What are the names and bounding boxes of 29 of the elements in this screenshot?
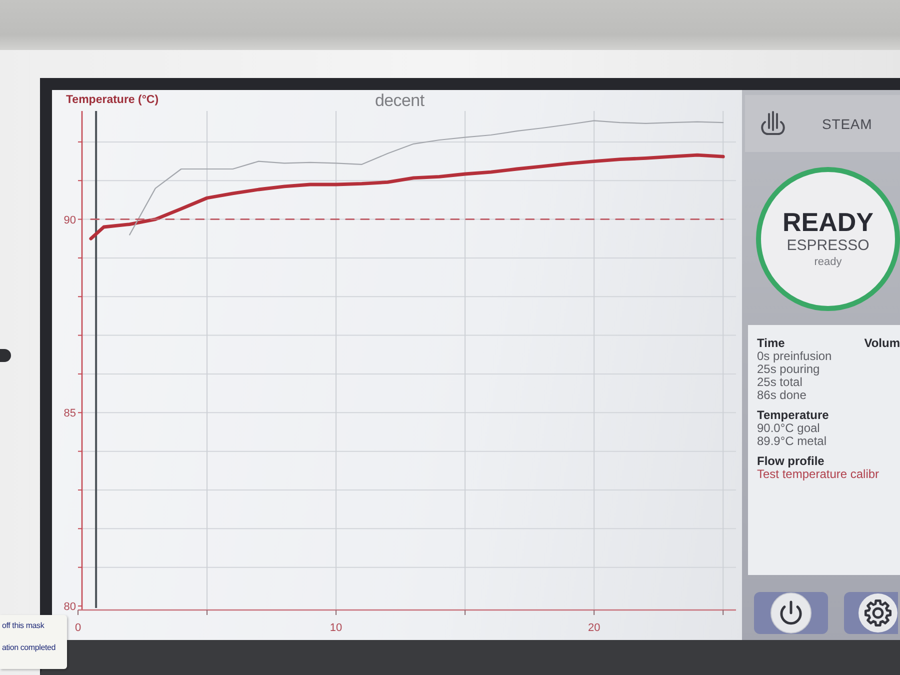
logo-text: decent	[375, 91, 424, 111]
settings-icon	[858, 592, 898, 632]
sticker-text: off this mask	[2, 621, 44, 631]
axis-label: 85	[64, 408, 76, 420]
power-button[interactable]	[754, 592, 828, 634]
stat-text: 25s total	[757, 376, 802, 389]
status-detail: ready	[814, 255, 842, 270]
stat-text: 90.0°C goal	[757, 422, 820, 435]
status-mode: ESPRESSO	[786, 237, 870, 255]
axis-label: 0	[74, 622, 82, 634]
axis-label: 80	[64, 601, 76, 613]
section-heading: Time	[757, 337, 785, 350]
stat-text: 0s preinfusion	[757, 350, 832, 363]
sticker-text: ation completed	[2, 643, 56, 653]
profile-name: Test temperature calibr	[757, 468, 880, 481]
steam-button[interactable]: STEAM	[745, 95, 900, 152]
status-title: READY	[782, 207, 874, 237]
stat-text: 86s done	[757, 389, 806, 402]
stat-text: 89.9°C metal	[757, 435, 826, 448]
axis-label: 10	[330, 622, 342, 634]
axis-title: Temperature (°C)	[66, 94, 159, 106]
section-heading: Volum	[864, 337, 900, 350]
axis-label: 20	[588, 622, 600, 634]
section-heading: Flow profile	[757, 455, 824, 468]
section-heading: Temperature	[757, 409, 829, 422]
stat-text: 25s pouring	[757, 363, 820, 376]
settings-button[interactable]	[844, 592, 898, 634]
power-icon	[770, 592, 812, 634]
axis-label: 90	[64, 214, 76, 226]
